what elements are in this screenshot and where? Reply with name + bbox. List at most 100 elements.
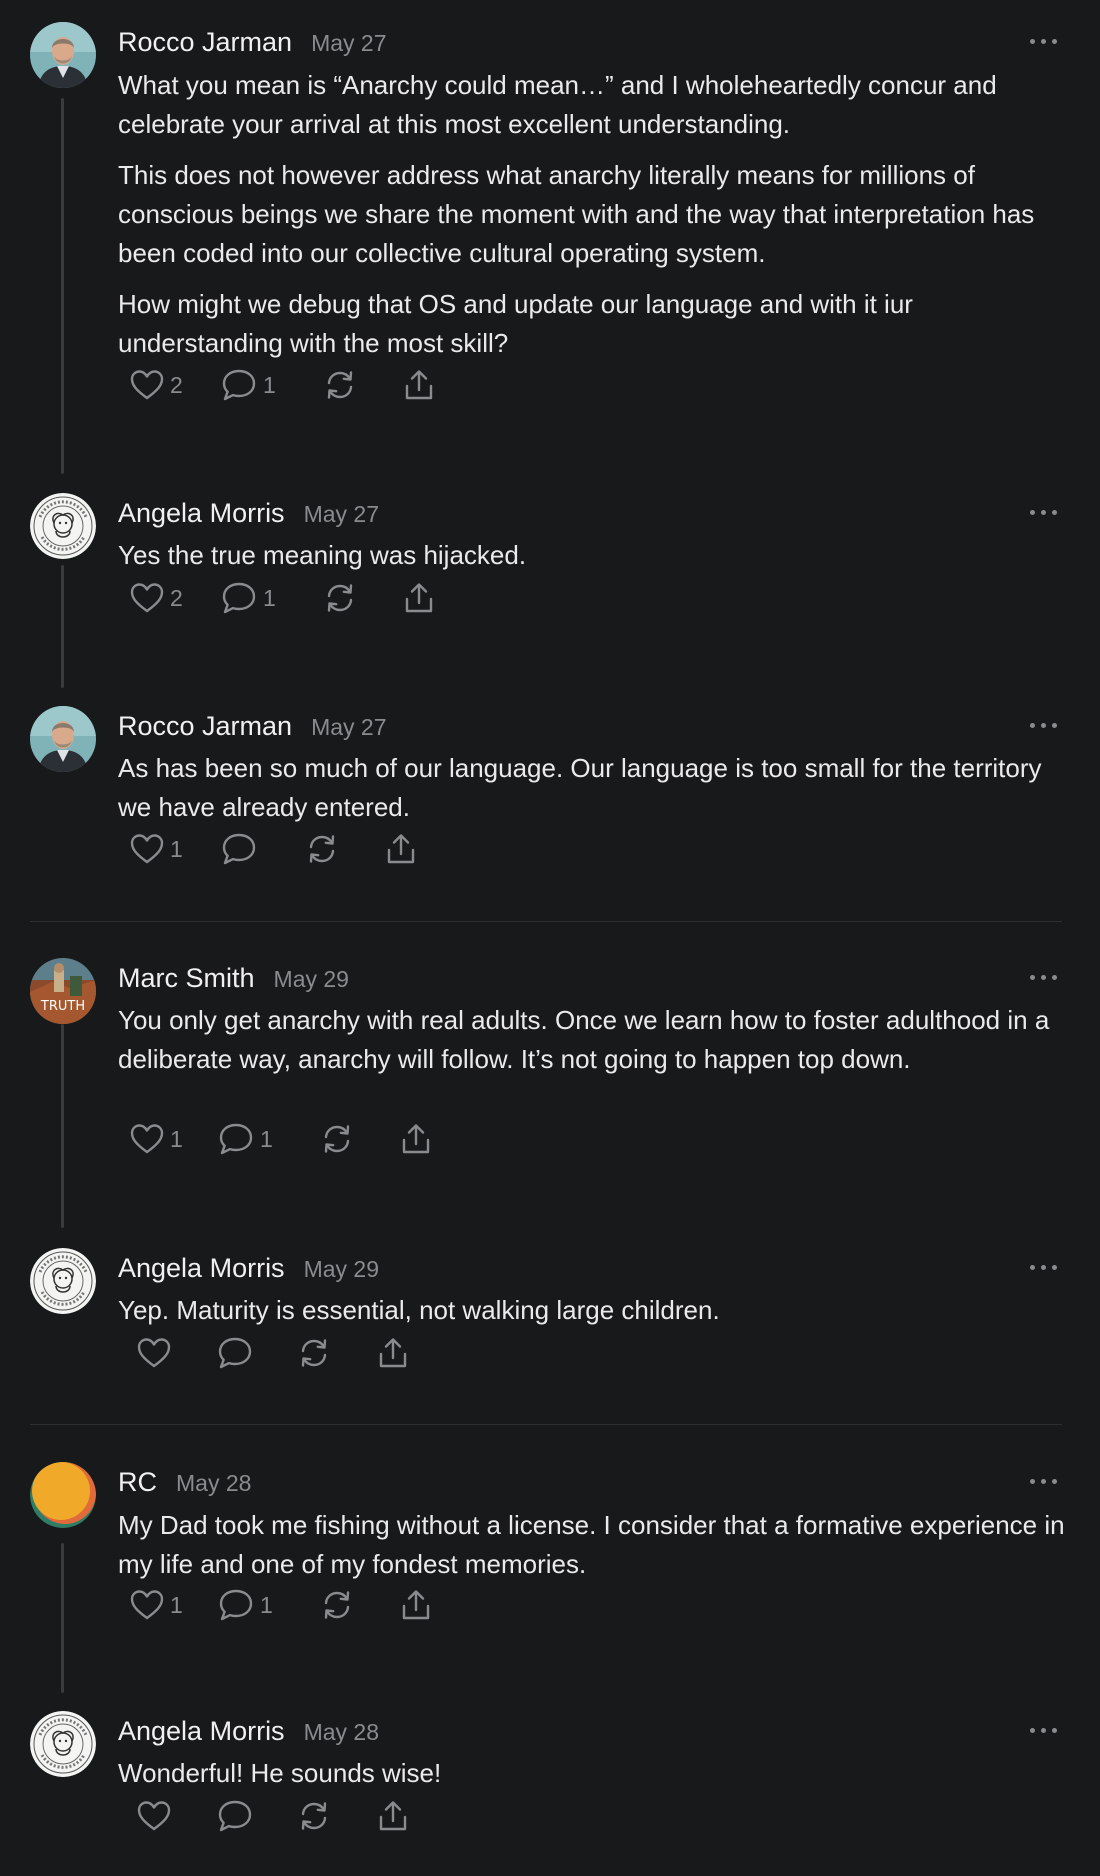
heart-icon xyxy=(130,369,164,401)
author-name[interactable]: Angela Morris xyxy=(118,1253,285,1284)
like-button[interactable]: 1 xyxy=(130,1119,183,1159)
like-button[interactable]: 1 xyxy=(130,1585,183,1625)
share-button[interactable] xyxy=(377,1333,409,1373)
reply-button[interactable]: 1 xyxy=(218,1585,273,1625)
more-dots-icon[interactable] xyxy=(1030,972,1058,982)
thread-divider xyxy=(30,1424,1062,1425)
comment-body: You only get anarchy with real adults. O… xyxy=(118,1001,1068,1091)
avatar[interactable] xyxy=(30,1462,96,1528)
share-button[interactable] xyxy=(400,1585,432,1625)
more-dots-icon[interactable] xyxy=(1030,720,1058,730)
dot xyxy=(1041,1265,1046,1270)
restack-button[interactable] xyxy=(305,829,339,869)
author-name[interactable]: Angela Morris xyxy=(118,498,285,529)
reply-button[interactable]: 1 xyxy=(221,365,276,405)
thread-connector-line xyxy=(61,98,64,474)
reply-button[interactable]: 1 xyxy=(218,1119,273,1159)
author-name[interactable]: Rocco Jarman xyxy=(118,27,292,58)
comment-date[interactable]: May 29 xyxy=(304,1256,379,1283)
more-dots-icon[interactable] xyxy=(1030,36,1058,46)
more-dots-icon[interactable] xyxy=(1030,1262,1058,1272)
more-dots-icon[interactable] xyxy=(1030,1476,1058,1486)
dot xyxy=(1052,723,1057,728)
speech-bubble-icon xyxy=(218,1588,254,1622)
like-button[interactable]: 2 xyxy=(130,365,183,405)
dot xyxy=(1041,510,1046,515)
comment-date[interactable]: May 28 xyxy=(304,1719,379,1746)
heart-icon xyxy=(130,1589,164,1621)
refresh-icon xyxy=(297,1799,331,1833)
like-button[interactable]: 2 xyxy=(130,578,183,618)
speech-bubble-icon xyxy=(217,1799,253,1833)
likes-count: 2 xyxy=(170,584,183,611)
restack-button[interactable] xyxy=(297,1333,331,1373)
thread-connector-line xyxy=(61,565,64,688)
restack-button[interactable] xyxy=(320,1119,354,1159)
comment-date[interactable]: May 27 xyxy=(304,501,379,528)
comment-paragraph: As has been so much of our language. Our… xyxy=(118,753,1042,822)
dot xyxy=(1041,975,1046,980)
reply-button[interactable] xyxy=(217,1333,253,1373)
comment-header: Marc Smith May 29 xyxy=(118,963,349,999)
dot xyxy=(1052,975,1057,980)
thread-divider xyxy=(30,921,1062,922)
thread-connector-line xyxy=(61,1543,64,1693)
heart-icon xyxy=(137,1337,171,1369)
likes-count: 1 xyxy=(170,835,183,862)
share-button[interactable] xyxy=(377,1796,409,1836)
share-icon xyxy=(403,581,435,615)
comment-date[interactable]: May 27 xyxy=(311,30,386,57)
restack-button[interactable] xyxy=(323,365,357,405)
refresh-icon xyxy=(305,832,339,866)
dot xyxy=(1030,1265,1035,1270)
refresh-icon xyxy=(320,1122,354,1156)
comment-paragraph: You only get anarchy with real adults. O… xyxy=(118,1005,1050,1074)
like-button[interactable] xyxy=(137,1796,171,1836)
avatar[interactable] xyxy=(30,706,96,772)
comment-date[interactable]: May 28 xyxy=(176,1470,251,1497)
reply-button[interactable] xyxy=(217,1796,253,1836)
more-dots-icon[interactable] xyxy=(1030,1725,1058,1735)
speech-bubble-icon xyxy=(221,581,257,615)
avatar[interactable] xyxy=(30,493,96,559)
like-button[interactable]: 1 xyxy=(130,829,183,869)
share-button[interactable] xyxy=(403,578,435,618)
avatar[interactable] xyxy=(30,1248,96,1314)
restack-button[interactable] xyxy=(323,578,357,618)
comment-body: Yep. Maturity is essential, not walking … xyxy=(118,1291,1068,1342)
avatar[interactable] xyxy=(30,1711,96,1777)
avatar[interactable]: TRUTH xyxy=(30,958,96,1024)
dot xyxy=(1030,1479,1035,1484)
avatar-caption: TRUTH xyxy=(40,999,85,1014)
comment-date[interactable]: May 27 xyxy=(311,714,386,741)
author-name[interactable]: RC xyxy=(118,1467,157,1498)
comment-header: Angela Morris May 29 xyxy=(118,1253,379,1289)
author-name[interactable]: Angela Morris xyxy=(118,1716,285,1747)
share-icon xyxy=(403,368,435,402)
share-button[interactable] xyxy=(400,1119,432,1159)
reply-button[interactable]: 1 xyxy=(221,578,276,618)
dot xyxy=(1052,1265,1057,1270)
restack-button[interactable] xyxy=(297,1796,331,1836)
more-dots-icon[interactable] xyxy=(1030,507,1058,517)
share-icon xyxy=(400,1122,432,1156)
comment-body: Wonderful! He sounds wise! xyxy=(118,1754,1068,1805)
speech-bubble-icon xyxy=(217,1336,253,1370)
comment-date[interactable]: May 29 xyxy=(274,966,349,993)
like-button[interactable] xyxy=(137,1333,171,1373)
share-icon xyxy=(377,1336,409,1370)
comment-paragraph: This does not however address what anarc… xyxy=(118,160,1035,268)
share-button[interactable] xyxy=(403,365,435,405)
comment-header: RC May 28 xyxy=(118,1467,251,1503)
reply-button[interactable] xyxy=(221,829,257,869)
avatar[interactable] xyxy=(30,22,96,88)
heart-icon xyxy=(130,582,164,614)
author-name[interactable]: Rocco Jarman xyxy=(118,711,292,742)
speech-bubble-icon xyxy=(221,368,257,402)
share-button[interactable] xyxy=(385,829,417,869)
author-name[interactable]: Marc Smith xyxy=(118,963,255,994)
speech-bubble-icon xyxy=(218,1122,254,1156)
likes-count: 2 xyxy=(170,371,183,398)
comment-paragraph: Yep. Maturity is essential, not walking … xyxy=(118,1295,720,1325)
restack-button[interactable] xyxy=(320,1585,354,1625)
